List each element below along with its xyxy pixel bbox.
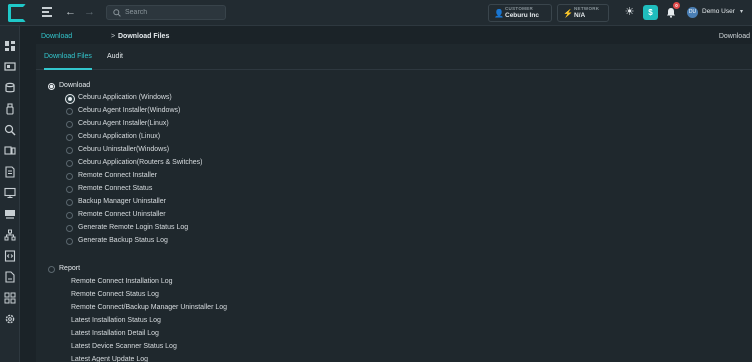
download-option-label[interactable]: Ceburu Agent Installer(Windows) [78,107,180,114]
download-option-radio[interactable] [66,173,73,180]
server-icon[interactable] [4,208,16,220]
search-input[interactable] [125,7,221,18]
download-panel: Download Files Audit Download Ceburu App… [36,44,752,362]
menu-icon[interactable] [42,7,52,17]
customer-icon: 👤 [494,9,504,18]
report-option-label[interactable]: Latest Device Scanner Status Log [71,343,177,350]
download-option-radio[interactable] [66,121,73,128]
top-header: ← → 👤 CUSTOMER Ceburu Inc ⚡ NETWORK N/A … [0,0,752,26]
breadcrumb-current: Download Files [118,33,170,40]
devices-icon[interactable] [4,61,16,73]
download-option-label[interactable]: Ceburu Uninstaller(Windows) [78,146,169,153]
report-option-label[interactable]: Latest Agent Update Log [71,356,148,362]
usb-icon[interactable] [4,103,16,115]
dashboard-icon[interactable] [4,40,16,52]
apps-icon[interactable] [4,292,16,304]
notification-badge: 0 [673,2,680,9]
network-icon[interactable] [4,229,16,241]
network-selector[interactable]: ⚡ NETWORK N/A [557,4,609,22]
download-option-radio[interactable] [66,147,73,154]
download-option-radio[interactable] [66,186,73,193]
download-option-radio[interactable] [66,238,73,245]
download-option-label[interactable]: Backup Manager Uninstaller [78,198,166,205]
customer-value: Ceburu Inc [505,12,539,19]
download-option-label[interactable]: Remote Connect Uninstaller [78,211,166,218]
download-option-radio[interactable] [65,93,75,104]
document-icon[interactable] [4,166,16,178]
app-logo[interactable] [8,4,26,22]
theme-toggle-icon[interactable]: ☀ [622,5,637,20]
report-option-label[interactable]: Remote Connect/Backup Manager Uninstalle… [71,304,227,311]
download-option-radio[interactable] [66,108,73,115]
download-option-label[interactable]: Ceburu Application(Routers & Switches) [78,159,203,166]
network-icon: ⚡ [563,9,573,18]
screen-icon[interactable] [4,187,16,199]
download-option-label[interactable]: Remote Connect Installer [78,172,157,179]
breadcrumb: Download > Download Files Download [36,30,752,44]
page-title: Download [718,33,750,40]
search-icon [113,9,121,17]
breadcrumb-parent[interactable]: Download [41,33,72,40]
tab-download-files[interactable]: Download Files [44,53,92,70]
report-option-label[interactable]: Latest Installation Detail Log [71,330,159,337]
code-icon[interactable] [4,250,16,262]
download-option-radio[interactable] [66,212,73,219]
search-box[interactable] [106,5,226,20]
user-name: Demo User [702,8,735,15]
settings-icon[interactable] [4,313,16,325]
download-option-label[interactable]: Generate Remote Login Status Log [78,224,188,231]
download-option-radio[interactable] [66,160,73,167]
network-value: N/A [574,12,586,19]
download-group-radio[interactable] [48,83,55,90]
avatar: DU [687,7,698,18]
download-option-label[interactable]: Remote Connect Status [78,185,152,192]
download-option-label[interactable]: Generate Backup Status Log [78,237,168,244]
download-option-radio[interactable] [66,134,73,141]
report-group-label: Report [59,265,81,272]
report-option-label[interactable]: Latest Installation Status Log [71,317,161,324]
network-label: NETWORK [574,6,600,11]
monitor-icon[interactable] [4,145,16,157]
tab-bar: Download Files Audit [36,44,752,70]
breadcrumb-separator: > [111,33,116,40]
tab-audit[interactable]: Audit [107,53,123,70]
forward-arrow-icon[interactable]: → [84,6,95,18]
customer-label: CUSTOMER [505,6,534,11]
download-option-radio[interactable] [66,199,73,206]
download-option-radio[interactable] [66,225,73,232]
download-option-label[interactable]: Ceburu Agent Installer(Linux) [78,120,169,127]
report-group-radio[interactable] [48,266,55,273]
report-option-label[interactable]: Remote Connect Status Log [71,291,159,298]
download-option-label[interactable]: Ceburu Application (Linux) [78,133,160,140]
user-menu[interactable]: DU Demo User ▾ [684,5,750,20]
billing-icon[interactable]: $ [643,5,658,20]
sidebar [0,26,20,362]
report-option-label[interactable]: Remote Connect Installation Log [71,278,173,285]
download-option-label[interactable]: Ceburu Application (Windows) [78,94,172,101]
file-icon[interactable] [4,271,16,283]
database-icon[interactable] [4,82,16,94]
scan-icon[interactable] [4,124,16,136]
back-arrow-icon[interactable]: ← [65,6,76,18]
download-group-label: Download [59,82,91,89]
customer-selector[interactable]: 👤 CUSTOMER Ceburu Inc [488,4,552,22]
chevron-down-icon: ▾ [740,9,744,15]
